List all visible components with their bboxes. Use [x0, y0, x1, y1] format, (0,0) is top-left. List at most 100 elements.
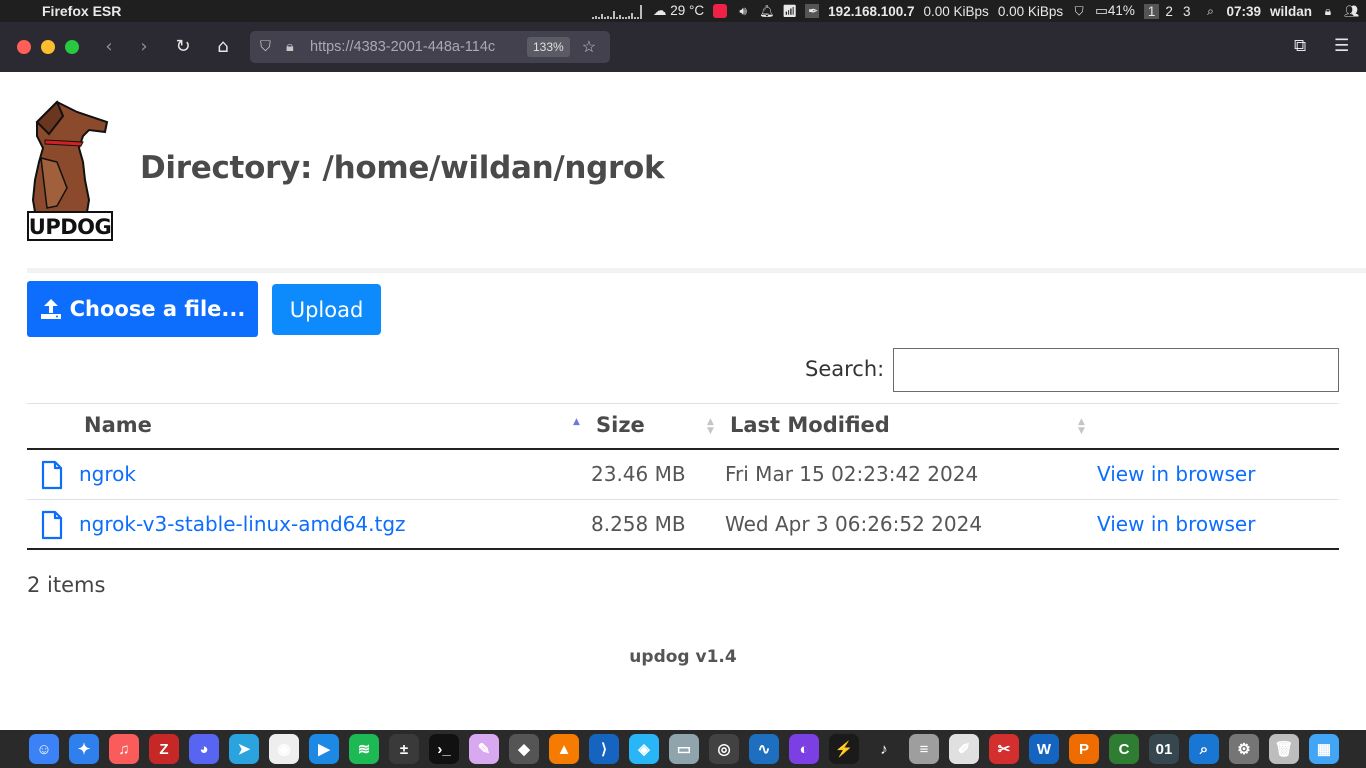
bolt-icon[interactable]: ⚡: [829, 734, 859, 764]
lock-icon[interactable]: 🔒︎: [1321, 4, 1335, 18]
home-icon[interactable]: ⌂: [212, 36, 234, 58]
shield-tray-icon[interactable]: ⛉: [1072, 4, 1086, 18]
system-top-bar: Firefox ESR ☁ 29 °C 🔊︎ 🔔︎ 📶︎ ✒ 192.168.1…: [0, 0, 1366, 22]
writer-icon[interactable]: W: [1029, 734, 1059, 764]
discord-icon[interactable]: ◕: [189, 734, 219, 764]
trash-icon[interactable]: 🗑: [1269, 734, 1299, 764]
camera-icon[interactable]: ◉: [269, 734, 299, 764]
sort-both-icon[interactable]: ▲ ▼: [707, 418, 714, 436]
database-icon[interactable]: ≡: [909, 734, 939, 764]
search-input[interactable]: [893, 348, 1339, 392]
search-label: Search:: [805, 357, 885, 381]
sort-both-icon[interactable]: ▲ ▼: [1078, 418, 1085, 436]
url-bar[interactable]: ⛉ 🔒︎ https://4383-2001-448a-114c 133% ☆: [250, 31, 610, 63]
upload-button[interactable]: Upload: [272, 284, 381, 335]
column-header-size[interactable]: Size: [596, 413, 645, 437]
terminal-icon[interactable]: ›_: [429, 734, 459, 764]
workspace-1[interactable]: 1: [1143, 3, 1160, 19]
bookmark-star-icon[interactable]: ☆: [582, 37, 596, 57]
workspace-2[interactable]: 2: [1161, 4, 1177, 19]
clock[interactable]: 07:39: [1226, 4, 1261, 19]
weather-widget[interactable]: ☁ 29 °C: [653, 3, 704, 19]
file-modified: Fri Mar 15 02:23:42 2024: [725, 462, 979, 486]
battery-icon: ▭: [1095, 3, 1108, 18]
network-down-rate: 0.00 KiBps: [923, 3, 989, 19]
reload-icon[interactable]: ↻: [172, 36, 194, 58]
tracking-shield-icon[interactable]: ⛉: [260, 39, 274, 55]
page-title: Directory: /home/wildan/ngrok: [140, 150, 665, 186]
spotify-icon[interactable]: ≋: [349, 734, 379, 764]
telegram-icon[interactable]: ➤: [229, 734, 259, 764]
column-header-modified[interactable]: Last Modified: [730, 413, 890, 437]
cloud-icon: ☁: [652, 3, 667, 18]
hamburger-menu-icon[interactable]: ☰: [1334, 36, 1349, 56]
forward-arrow-icon[interactable]: ›: [133, 36, 155, 58]
file-name-link[interactable]: ngrok: [79, 462, 136, 486]
file-size: 8.258 MB: [591, 512, 686, 536]
file-name-link[interactable]: ngrok-v3-stable-linux-amd64.tgz: [79, 512, 406, 536]
vscode-icon[interactable]: ⟩: [589, 734, 619, 764]
cpu-graph-icon: [591, 3, 644, 19]
vlc-icon[interactable]: ▲: [549, 734, 579, 764]
settings-icon[interactable]: ⚙: [1229, 734, 1259, 764]
drive-icon[interactable]: ▭: [669, 734, 699, 764]
footer-version: updog v1.4: [629, 647, 737, 667]
page-content: UPDOG Directory: /home/wildan/ngrok Choo…: [0, 72, 1366, 730]
itunes-icon[interactable]: ♪: [869, 734, 899, 764]
finder-icon[interactable]: ☺: [29, 734, 59, 764]
firefox-dev-icon[interactable]: ◐: [789, 734, 819, 764]
file-icon: [41, 460, 63, 490]
padlock-icon[interactable]: 🔒︎: [286, 39, 300, 55]
view-in-browser-link[interactable]: View in browser: [1097, 512, 1255, 536]
wifi-icon[interactable]: 📶︎: [782, 4, 797, 18]
editor-icon[interactable]: ✐: [949, 734, 979, 764]
file-table: Name ▲ Size ▲ ▼ Last Modified ▲ ▼ ngrok 23…: [27, 403, 1339, 550]
box-icon[interactable]: ◈: [629, 734, 659, 764]
feather-icon[interactable]: ✒: [805, 4, 820, 18]
search-icon[interactable]: ⌕: [1189, 734, 1219, 764]
sort-ascending-icon[interactable]: ▲: [573, 418, 580, 427]
media-player-icon[interactable]: ▶: [309, 734, 339, 764]
maximize-window-button[interactable]: [65, 40, 79, 54]
file-size: 23.46 MB: [591, 462, 686, 486]
workspace-3[interactable]: 3: [1179, 4, 1195, 19]
spy-icon[interactable]: ◆: [509, 734, 539, 764]
safari-icon[interactable]: ✦: [69, 734, 99, 764]
volume-icon[interactable]: 🔊︎: [736, 4, 750, 18]
close-window-button[interactable]: [17, 40, 31, 54]
apps-folder-icon[interactable]: ▦: [1309, 734, 1339, 764]
impress-icon[interactable]: P: [1069, 734, 1099, 764]
column-header-name[interactable]: Name: [84, 413, 152, 437]
browser-toolbar: ‹ › ↻ ⌂ ⛉ 🔒︎ https://4383-2001-448a-114c…: [0, 22, 1366, 72]
notification-bell-icon[interactable]: 🔔︎: [759, 4, 774, 18]
minimize-window-button[interactable]: [41, 40, 55, 54]
back-arrow-icon[interactable]: ‹: [98, 36, 120, 58]
username[interactable]: wildan: [1270, 4, 1312, 19]
choose-file-button[interactable]: Choose a file...: [27, 281, 258, 337]
file-modified: Wed Apr 3 06:26:52 2024: [725, 512, 983, 536]
music-icon[interactable]: ♫: [109, 734, 139, 764]
binary-icon[interactable]: 01: [1149, 734, 1179, 764]
wireshark-icon[interactable]: ∿: [749, 734, 779, 764]
table-row: ngrok-v3-stable-linux-amd64.tgz 8.258 MB…: [27, 500, 1339, 550]
table-header: Name ▲ Size ▲ ▼ Last Modified ▲ ▼: [27, 403, 1339, 450]
dock: ☺ ✦ ♫ Z ◕ ➤ ◉ ▶ ≋ ± ›_ ✎ ◆ ▲ ⟩ ◈ ▭ ◎ ∿ ◐ ⚡ ♪ ≡ ✐ ✂ W P C 01 ⌕ ⚙ 🗑 ▦: [0, 730, 1366, 768]
filezilla-icon[interactable]: Z: [149, 734, 179, 764]
url-text[interactable]: https://4383-2001-448a-114c: [310, 39, 515, 55]
ip-address: 192.168.100.7: [828, 3, 915, 19]
search-tray-icon[interactable]: ⌕: [1203, 4, 1217, 18]
users-icon[interactable]: 👥︎: [1344, 4, 1359, 18]
screenshot-icon[interactable]: ◎: [709, 734, 739, 764]
extensions-icon[interactable]: ⧉: [1294, 36, 1306, 56]
network-up-rate: 0.00 KiBps: [997, 3, 1064, 19]
zoom-level-badge[interactable]: 133%: [527, 37, 570, 57]
workspace-switcher: 1 2 3: [1143, 3, 1195, 19]
firefox-tray-icon[interactable]: [713, 4, 728, 18]
active-app-name[interactable]: Firefox ESR: [42, 3, 121, 19]
battery-widget[interactable]: ▭41%: [1095, 3, 1135, 19]
calculator-icon[interactable]: ±: [389, 734, 419, 764]
inkscape-icon[interactable]: ✎: [469, 734, 499, 764]
calc-icon[interactable]: C: [1109, 734, 1139, 764]
view-in-browser-link[interactable]: View in browser: [1097, 462, 1255, 486]
pdf-icon[interactable]: ✂: [989, 734, 1019, 764]
